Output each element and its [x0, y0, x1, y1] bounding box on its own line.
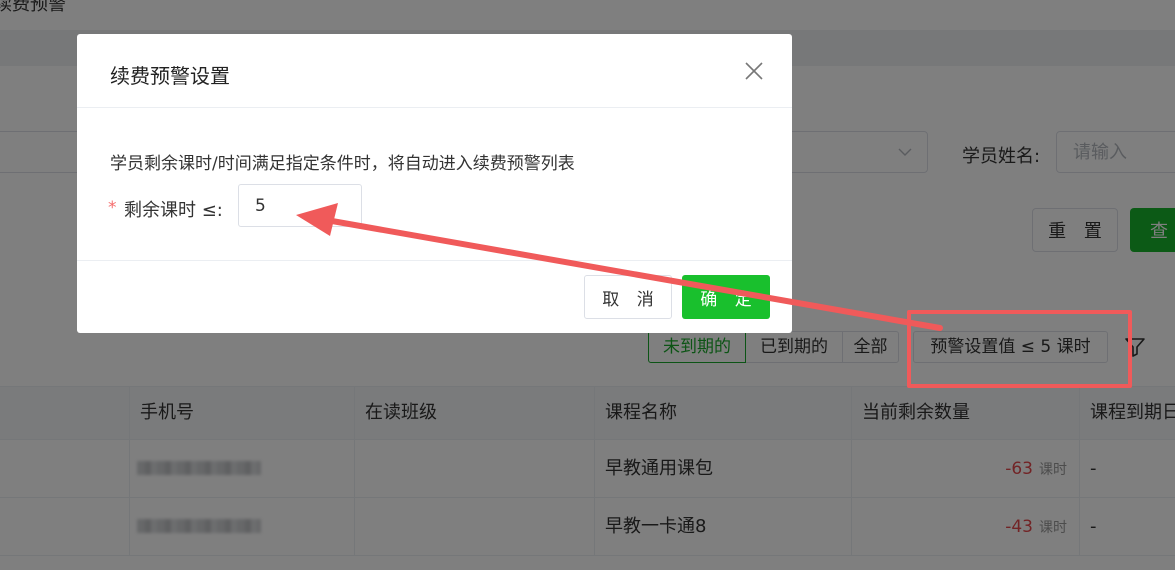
renewal-warning-dialog: 续费预警设置 学员剩余课时/时间满足指定条件时，将自动进入续费预警列表 * 剩余… [77, 34, 792, 333]
close-icon[interactable] [742, 59, 766, 83]
confirm-button[interactable]: 确 定 [682, 275, 770, 319]
dialog-description: 学员剩余课时/时间满足指定条件时，将自动进入续费预警列表 [110, 154, 575, 174]
renewal-warning-page: 续费预警 学员姓名: 重 置 查 未到期的 已到期的 全部 预警设置值 ≤ 5 … [0, 0, 1175, 570]
dialog-header: 续费预警设置 [77, 34, 792, 108]
remaining-hours-label: 剩余课时 ≤: [124, 200, 223, 221]
required-mark: * [108, 198, 117, 218]
dialog-divider [77, 260, 792, 261]
cancel-button[interactable]: 取 消 [584, 275, 672, 319]
annotation-highlight-box [907, 310, 1132, 388]
dialog-title: 续费预警设置 [110, 64, 230, 88]
remaining-hours-input[interactable] [238, 184, 362, 227]
